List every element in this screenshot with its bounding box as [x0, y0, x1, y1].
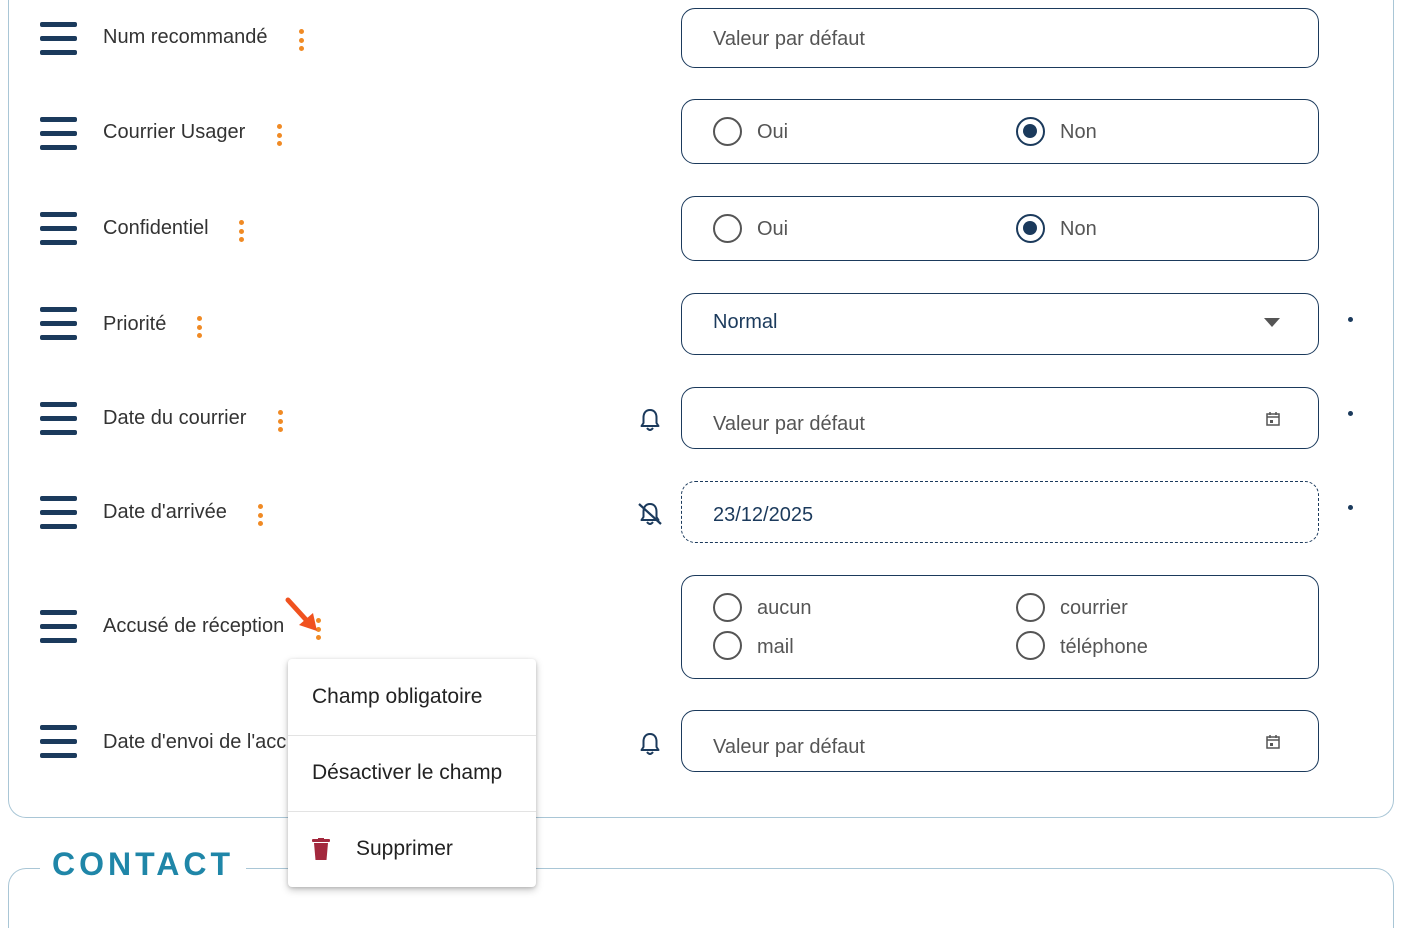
date-du-courrier-input[interactable]: Valeur par défaut [681, 387, 1319, 449]
required-marker [1348, 505, 1353, 510]
drag-handle-icon[interactable] [40, 117, 77, 150]
menu-item-label: Désactiver le champ [312, 761, 503, 784]
field-label: Accusé de réception [103, 615, 285, 637]
drag-handle-icon[interactable] [40, 402, 77, 435]
field-label: Confidentiel [103, 217, 209, 239]
date-envoi-input[interactable]: Valeur par défaut [681, 710, 1319, 772]
priorite-select[interactable]: Normal [681, 293, 1319, 355]
radio-label: courrier [1060, 597, 1128, 619]
menu-item-supprimer[interactable]: Supprimer [288, 811, 536, 887]
radio-telephone[interactable] [1016, 631, 1045, 660]
select-value: Normal [713, 311, 778, 333]
more-options-icon[interactable] [298, 29, 304, 51]
input-placeholder: Valeur par défaut [713, 736, 865, 758]
input-placeholder: Valeur par défaut [713, 413, 865, 435]
radio-label: Oui [757, 121, 789, 143]
radio-aucun[interactable] [713, 593, 742, 622]
radio-oui[interactable] [713, 214, 742, 243]
radio-oui[interactable] [713, 117, 742, 146]
required-marker [1348, 317, 1353, 322]
field-label: Date d'envoi de l'acc [103, 731, 287, 753]
radio-non[interactable] [1016, 117, 1045, 146]
confidentiel-radio-group: Oui Non [681, 196, 1319, 261]
calendar-icon[interactable] [1266, 412, 1280, 426]
menu-item-desactiver-champ[interactable]: Désactiver le champ [288, 735, 536, 811]
date-arrivee-input[interactable]: 23/12/2025 [681, 481, 1319, 543]
drag-handle-icon[interactable] [40, 610, 77, 643]
field-options-menu: Champ obligatoire Désactiver le champ Su… [288, 659, 536, 887]
courrier-usager-radio-group: Oui Non [681, 99, 1319, 164]
radio-courrier[interactable] [1016, 593, 1045, 622]
more-options-icon[interactable] [277, 410, 283, 432]
more-options-icon[interactable] [196, 316, 202, 338]
drag-handle-icon[interactable] [40, 725, 77, 758]
radio-label: aucun [757, 597, 812, 619]
menu-item-champ-obligatoire[interactable]: Champ obligatoire [288, 659, 536, 735]
more-options-icon[interactable] [276, 124, 282, 146]
more-options-icon[interactable] [257, 504, 263, 526]
chevron-down-icon [1264, 318, 1280, 327]
radio-label: Non [1060, 218, 1097, 240]
required-marker [1348, 411, 1353, 416]
field-label: Date d'arrivée [103, 501, 227, 523]
trash-icon [312, 838, 330, 860]
num-recommande-input[interactable]: Valeur par défaut [681, 8, 1319, 68]
radio-label: Non [1060, 121, 1097, 143]
drag-handle-icon[interactable] [40, 212, 77, 245]
accuse-reception-radio-group: aucun courrier mail téléphone [681, 575, 1319, 679]
input-value: 23/12/2025 [713, 504, 814, 526]
section-title: CONTACT [40, 846, 247, 883]
drag-handle-icon[interactable] [40, 307, 77, 340]
radio-label: téléphone [1060, 636, 1148, 658]
field-label: Date du courrier [103, 407, 247, 429]
field-label: Num recommandé [103, 26, 268, 48]
drag-handle-icon[interactable] [40, 496, 77, 529]
calendar-icon[interactable] [1266, 735, 1280, 749]
radio-mail[interactable] [713, 631, 742, 660]
bell-off-icon[interactable] [637, 502, 663, 526]
menu-item-label: Champ obligatoire [312, 685, 483, 708]
input-placeholder: Valeur par défaut [713, 28, 865, 50]
drag-handle-icon[interactable] [40, 22, 77, 55]
radio-label: mail [757, 636, 794, 658]
field-label: Courrier Usager [103, 121, 246, 143]
radio-label: Oui [757, 218, 789, 240]
bell-icon[interactable] [639, 408, 661, 432]
bell-icon[interactable] [639, 732, 661, 756]
field-label: Priorité [103, 313, 167, 335]
menu-item-label: Supprimer [356, 837, 453, 860]
arrow-annotation-icon [285, 597, 317, 631]
more-options-icon[interactable] [238, 220, 244, 242]
radio-non[interactable] [1016, 214, 1045, 243]
